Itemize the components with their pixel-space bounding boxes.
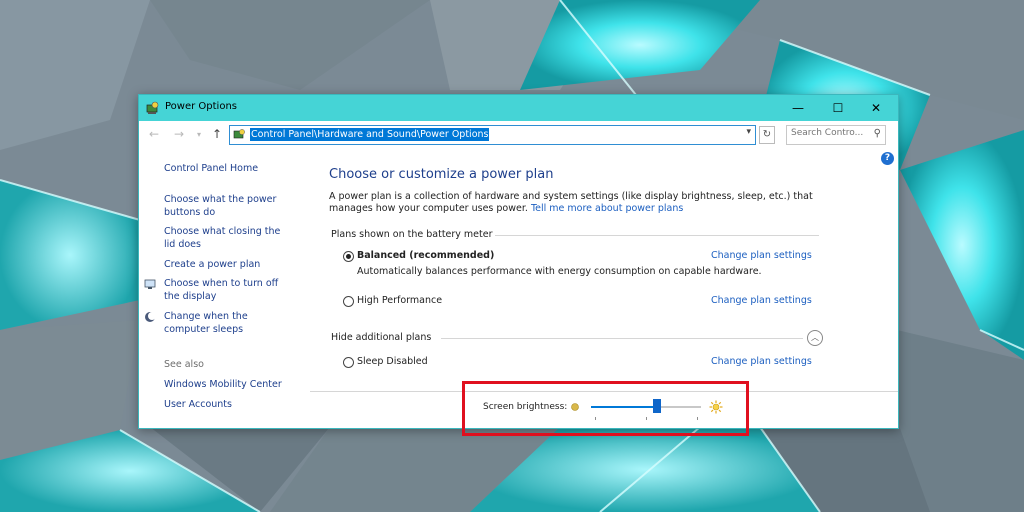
see-also-mobility-center[interactable]: Windows Mobility Center bbox=[164, 379, 282, 392]
highlight-box bbox=[462, 381, 749, 436]
radio-sleep-disabled[interactable] bbox=[343, 357, 354, 368]
close-button[interactable]: ✕ bbox=[857, 95, 895, 121]
address-path[interactable]: Control Panel\Hardware and Sound\Power O… bbox=[250, 128, 490, 141]
see-also-heading: See also bbox=[164, 359, 204, 370]
help-icon[interactable]: ? bbox=[881, 152, 894, 165]
plan-high-performance-name[interactable]: High Performance bbox=[357, 295, 442, 306]
change-plan-high-performance-link[interactable]: Change plan settings bbox=[711, 295, 812, 306]
plan-balanced-name[interactable]: Balanced (recommended) bbox=[357, 250, 494, 261]
address-bar[interactable]: Control Panel\Hardware and Sound\Power O… bbox=[229, 125, 756, 145]
sidebar-item-create-plan[interactable]: Create a power plan bbox=[164, 259, 260, 272]
sidebar-item-power-buttons[interactable]: Choose what the power buttons do bbox=[164, 194, 294, 219]
arrow-left-icon[interactable]: ← bbox=[149, 127, 159, 141]
page-title: Choose or customize a power plan bbox=[329, 167, 554, 182]
chevron-down-icon[interactable]: ▾ bbox=[746, 127, 751, 137]
arrow-right-icon[interactable]: → bbox=[174, 127, 184, 141]
change-plan-sleep-disabled-link[interactable]: Change plan settings bbox=[711, 356, 812, 367]
radio-high-performance[interactable] bbox=[343, 296, 354, 307]
sidebar-item-computer-sleeps[interactable]: Change when the computer sleeps bbox=[164, 311, 294, 336]
maximize-button[interactable]: ☐ bbox=[819, 95, 857, 121]
page-description: A power plan is a collection of hardware… bbox=[329, 191, 829, 215]
plan-sleep-disabled-name[interactable]: Sleep Disabled bbox=[357, 356, 428, 367]
title-bar[interactable]: Power Options — ☐ ✕ bbox=[139, 95, 898, 121]
navigation-bar: ← → ▾ ↑ Control Panel\Hardware and Sound… bbox=[139, 121, 898, 149]
sidebar-item-turn-off-display[interactable]: Choose when to turn off the display bbox=[164, 278, 294, 303]
refresh-icon[interactable]: ↻ bbox=[759, 126, 775, 144]
sidebar-item-closing-lid[interactable]: Choose what closing the lid does bbox=[164, 226, 294, 251]
search-box[interactable]: ⚲ bbox=[786, 125, 886, 145]
radio-balanced[interactable] bbox=[343, 251, 354, 262]
group-divider bbox=[495, 235, 819, 236]
power-options-window: Power Options — ☐ ✕ ← → ▾ ↑ Control Pane… bbox=[138, 94, 899, 429]
window-title: Power Options bbox=[165, 101, 237, 112]
arrow-up-icon[interactable]: ↑ bbox=[212, 127, 222, 141]
battery-meter-group-label: Plans shown on the battery meter bbox=[331, 229, 493, 240]
display-icon bbox=[144, 279, 156, 289]
control-panel-icon bbox=[233, 129, 245, 139]
search-icon[interactable]: ⚲ bbox=[874, 128, 881, 139]
additional-plans-group-label: Hide additional plans bbox=[331, 332, 432, 343]
group-divider bbox=[441, 338, 803, 339]
tell-me-more-link[interactable]: Tell me more about power plans bbox=[531, 203, 683, 214]
collapse-plans-button[interactable]: ︿ bbox=[807, 330, 823, 346]
power-options-icon bbox=[146, 101, 159, 114]
see-also-user-accounts[interactable]: User Accounts bbox=[164, 399, 232, 412]
minimize-button[interactable]: — bbox=[779, 95, 817, 121]
change-plan-balanced-link[interactable]: Change plan settings bbox=[711, 250, 812, 261]
plan-balanced-desc: Automatically balances performance with … bbox=[357, 266, 762, 277]
search-input[interactable] bbox=[791, 128, 867, 138]
moon-icon bbox=[145, 312, 156, 322]
sidebar-home-link[interactable]: Control Panel Home bbox=[164, 163, 258, 176]
chevron-down-icon[interactable]: ▾ bbox=[197, 130, 201, 139]
